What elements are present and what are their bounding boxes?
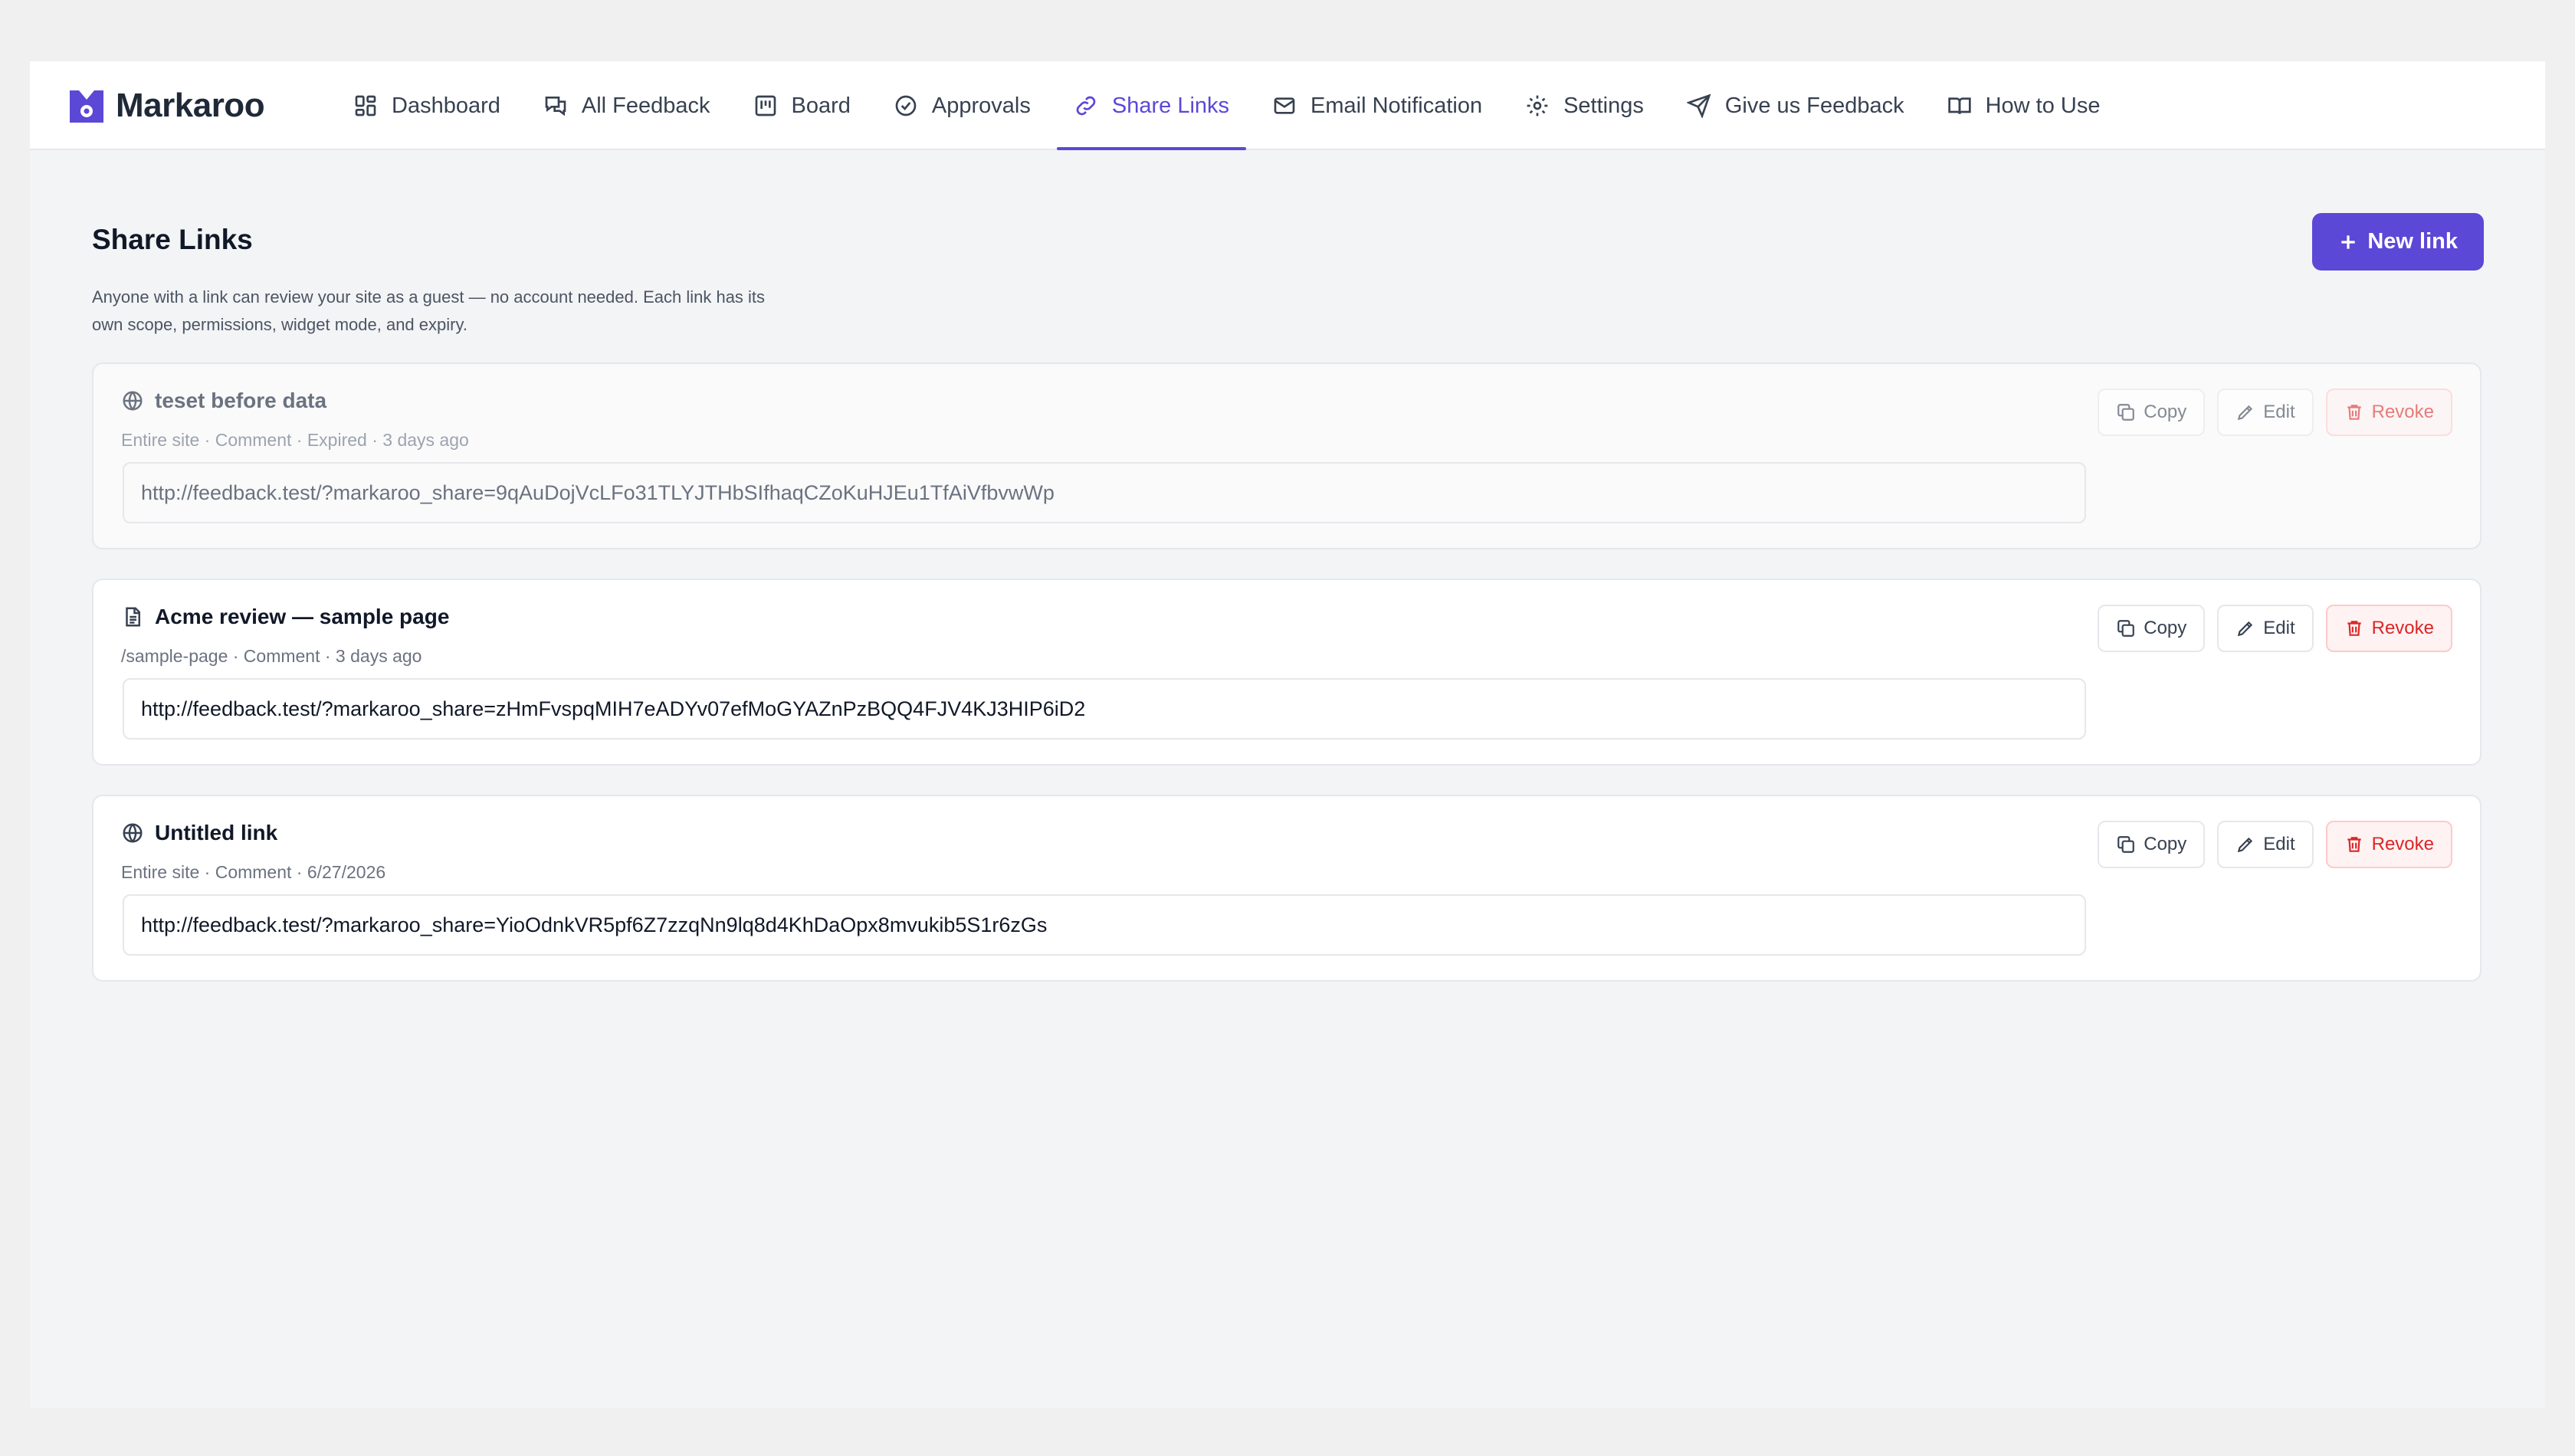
book-icon xyxy=(1947,97,1971,114)
nav-label: All Feedback xyxy=(581,93,710,118)
board-icon xyxy=(755,95,776,116)
nav-item-settings[interactable]: Settings xyxy=(1508,61,1661,150)
app-name: Markaroo xyxy=(116,87,265,124)
share-url-field[interactable]: http://feedback.test/?markaroo_share=zHm… xyxy=(123,678,2086,739)
nav-item-dashboard[interactable]: Dashboard xyxy=(336,61,517,150)
revoke-button[interactable]: Revoke xyxy=(2325,821,2452,868)
trash-icon xyxy=(2347,621,2361,636)
nav-label: How to Use xyxy=(1985,93,2101,118)
revoke-button[interactable]: Revoke xyxy=(2325,605,2452,652)
card-actions: Copy Edit Revoke xyxy=(2098,389,2452,436)
document-icon xyxy=(126,607,140,627)
link-icon xyxy=(1076,96,1096,116)
card-title-text: Untitled link xyxy=(155,821,278,844)
pencil-icon xyxy=(2238,621,2253,637)
card-meta: /sample-page · Comment · 3 days ago xyxy=(121,646,422,666)
plus-icon xyxy=(2341,234,2356,249)
revoke-label: Revoke xyxy=(2371,834,2434,854)
nav-label: Dashboard xyxy=(392,93,500,118)
logo[interactable]: Markaroo xyxy=(67,84,265,127)
revoke-button[interactable]: Revoke xyxy=(2325,389,2452,436)
nav-label: Share Links xyxy=(1111,93,1230,118)
main-nav: Dashboard All Feedback Board Approvals S… xyxy=(336,61,2127,150)
share-links-list: teset before data Entire site · Comment … xyxy=(92,362,2482,1011)
nav-item-give-feedback[interactable]: Give us Feedback xyxy=(1670,61,1921,150)
nav-item-share-links[interactable]: Share Links xyxy=(1056,61,1247,150)
card-meta: Entire site · Comment · Expired · 3 days… xyxy=(121,430,469,450)
copy-icon xyxy=(2117,836,2135,853)
pencil-icon xyxy=(2238,837,2253,853)
share-url-field[interactable]: http://feedback.test/?markaroo_share=Yio… xyxy=(123,894,2086,956)
card-meta: Entire site · Comment · 6/27/2026 xyxy=(121,862,386,882)
card-title: Acme review — sample page xyxy=(121,605,449,629)
copy-button[interactable]: Copy xyxy=(2098,389,2206,436)
copy-label: Copy xyxy=(2144,402,2187,422)
nav-item-all-feedback[interactable]: All Feedback xyxy=(526,61,727,150)
top-navbar: Markaroo Dashboard All Feedback Board Ap… xyxy=(30,61,2545,150)
dashboard-icon xyxy=(355,95,376,116)
edit-button[interactable]: Edit xyxy=(2217,389,2314,436)
card-title-text: teset before data xyxy=(155,389,327,412)
trash-icon xyxy=(2347,405,2361,420)
nav-label: Email Notification xyxy=(1310,93,1483,118)
share-link-card: Untitled link Entire site · Comment · 6/… xyxy=(92,795,2482,982)
send-icon xyxy=(1686,93,1711,118)
edit-label: Edit xyxy=(2263,402,2295,422)
edit-label: Edit xyxy=(2263,834,2295,854)
nav-item-how-to-use[interactable]: How to Use xyxy=(1930,61,2117,150)
card-title-text: Acme review — sample page xyxy=(155,605,450,628)
nav-label: Settings xyxy=(1563,93,1644,118)
globe-icon xyxy=(123,391,143,411)
globe-icon xyxy=(123,823,143,843)
nav-item-approvals[interactable]: Approvals xyxy=(877,61,1048,150)
share-url-field[interactable]: http://feedback.test/?markaroo_share=9qA… xyxy=(123,462,2086,523)
copy-label: Copy xyxy=(2144,834,2187,854)
mail-icon xyxy=(1274,97,1295,114)
card-actions: Copy Edit Revoke xyxy=(2098,821,2452,868)
app-window: Markaroo Dashboard All Feedback Board Ap… xyxy=(30,61,2545,1408)
page-description: Anyone with a link can review your site … xyxy=(92,284,904,339)
share-link-card: Acme review — sample page /sample-page ·… xyxy=(92,579,2482,766)
copy-button[interactable]: Copy xyxy=(2098,605,2206,652)
edit-button[interactable]: Edit xyxy=(2217,821,2314,868)
edit-label: Edit xyxy=(2263,618,2295,638)
card-title: teset before data xyxy=(121,389,326,413)
description-line: own scope, permissions, widget mode, and… xyxy=(92,315,467,334)
copy-label: Copy xyxy=(2144,618,2187,638)
new-link-button[interactable]: New link xyxy=(2312,213,2484,271)
new-link-label: New link xyxy=(2367,229,2458,254)
markaroo-logo-icon xyxy=(70,90,103,123)
nav-label: Board xyxy=(791,93,851,118)
description-line: Anyone with a link can review your site … xyxy=(92,287,766,307)
gear-icon xyxy=(1527,95,1548,116)
chat-bubbles-icon xyxy=(545,97,566,116)
nav-item-email-notification[interactable]: Email Notification xyxy=(1255,61,1499,150)
copy-icon xyxy=(2117,404,2135,421)
copy-button[interactable]: Copy xyxy=(2098,821,2206,868)
nav-item-board[interactable]: Board xyxy=(736,61,868,150)
revoke-label: Revoke xyxy=(2371,402,2434,422)
check-circle-icon xyxy=(895,95,917,116)
nav-label: Approvals xyxy=(931,93,1031,118)
edit-button[interactable]: Edit xyxy=(2217,605,2314,652)
card-title: Untitled link xyxy=(121,821,277,845)
card-actions: Copy Edit Revoke xyxy=(2098,605,2452,652)
share-link-card: teset before data Entire site · Comment … xyxy=(92,362,2482,549)
pencil-icon xyxy=(2238,405,2253,421)
page-title: Share Links xyxy=(92,224,253,255)
trash-icon xyxy=(2347,837,2361,852)
copy-icon xyxy=(2117,620,2135,637)
revoke-label: Revoke xyxy=(2371,618,2434,638)
nav-label: Give us Feedback xyxy=(1724,93,1904,118)
